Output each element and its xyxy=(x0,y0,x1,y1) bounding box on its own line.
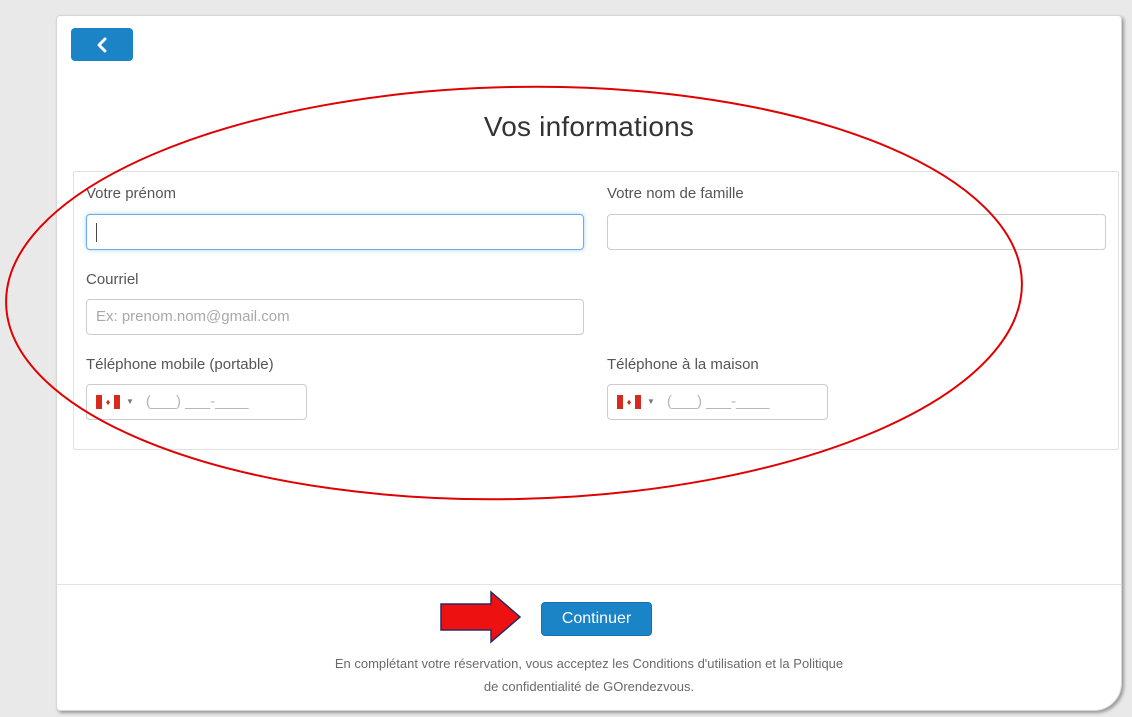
email-label: Courriel xyxy=(86,271,139,288)
last-name-label: Votre nom de famille xyxy=(607,185,744,202)
home-phone-input[interactable]: ♦ ▼ (___) ___-____ xyxy=(607,384,828,420)
back-button[interactable] xyxy=(71,28,133,61)
home-phone-mask: (___) ___-____ xyxy=(666,393,770,410)
form-card: Vos informations Votre prénom Votre nom … xyxy=(56,15,1122,711)
text-cursor xyxy=(96,223,97,242)
canada-flag-icon[interactable]: ♦ xyxy=(617,395,641,409)
mobile-phone-label: Téléphone mobile (portable) xyxy=(86,356,274,373)
info-panel: Votre prénom Votre nom de famille Courri… xyxy=(73,171,1119,450)
dropdown-caret-icon[interactable]: ▼ xyxy=(126,385,134,419)
canada-flag-icon[interactable]: ♦ xyxy=(96,395,120,409)
email-input[interactable]: Ex: prenom.nom@gmail.com xyxy=(86,299,584,335)
chevron-left-icon xyxy=(97,37,107,52)
mobile-phone-mask: (___) ___-____ xyxy=(145,393,249,410)
last-name-input[interactable] xyxy=(607,214,1106,250)
first-name-label: Votre prénom xyxy=(86,185,177,202)
footer-divider xyxy=(57,584,1121,585)
continue-button[interactable]: Continuer xyxy=(541,602,652,636)
first-name-input[interactable] xyxy=(86,214,584,250)
terms-line-2: de confidentialité de GOrendezvous. xyxy=(483,679,695,694)
mobile-phone-input[interactable]: ♦ ▼ (___) ___-____ xyxy=(86,384,307,420)
dropdown-caret-icon[interactable]: ▼ xyxy=(647,385,655,419)
terms-line-1: En complétant votre réservation, vous ac… xyxy=(334,656,844,671)
terms-text: En complétant votre réservation, vous ac… xyxy=(57,652,1121,698)
home-phone-label: Téléphone à la maison xyxy=(607,356,759,373)
page-title: Vos informations xyxy=(483,111,695,142)
